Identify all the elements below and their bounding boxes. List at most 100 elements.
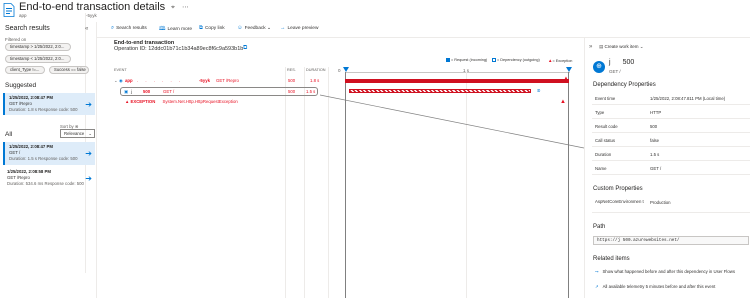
exception-marker-icon[interactable]: ▲ xyxy=(560,99,566,105)
dependency-icon: ▣ xyxy=(124,89,129,94)
column-divider xyxy=(304,67,305,298)
legend-dependency: = Dependency (outgoing) xyxy=(492,58,540,62)
property-row: Duration 1.5 s xyxy=(592,148,750,161)
request-swatch xyxy=(446,58,450,62)
request-duration-bar[interactable] xyxy=(345,79,569,83)
flow-icon: ⤳ xyxy=(595,269,599,274)
collapse-right-icon[interactable]: » xyxy=(589,44,592,50)
result-card[interactable]: 1/25/2022, 2:08:47 PM GET / Duration: 1.… xyxy=(3,142,95,165)
sort-value: Relevance xyxy=(64,131,85,136)
row-dependency-code: 500 xyxy=(143,89,151,94)
timeline-gridline xyxy=(466,72,467,298)
open-arrow-icon[interactable]: ➔ xyxy=(85,100,92,109)
pin-icon[interactable]: ⌖ xyxy=(171,4,175,12)
open-arrow-icon[interactable]: ➔ xyxy=(85,149,92,158)
column-divider xyxy=(328,67,329,298)
search-results-button[interactable]: ⌕ Search results xyxy=(111,25,147,32)
ellipsis-icon[interactable]: ⋯ xyxy=(182,3,189,11)
smiley-icon: ☺ xyxy=(237,25,243,31)
tick-zero: 0 xyxy=(338,68,341,73)
property-row: Type HTTP xyxy=(592,106,750,119)
copy-icon: ⧉ xyxy=(199,25,203,31)
column-duration: DURATION xyxy=(306,68,326,72)
create-work-item-button[interactable]: ▤ Create work item ⌄ xyxy=(599,44,644,50)
learn-more-button[interactable]: 🕮 Learn more xyxy=(159,25,192,34)
sort-dropdown[interactable]: Relevance ⌄ xyxy=(60,129,95,138)
blade-header: End-to-end transaction details app -5yyk… xyxy=(0,0,750,273)
collapse-chevron-icon[interactable]: ⌄ xyxy=(114,78,118,84)
column-res: RES. xyxy=(287,68,296,72)
dependency-row[interactable]: ▣ j 500 GET / 500 1.5 s xyxy=(120,87,318,96)
work-item-icon: ▤ xyxy=(599,44,604,49)
result-meta: Duration: 1.8 s Response code: 500 xyxy=(9,107,78,112)
property-row: Event time 1/25/2022, 2:08:47.811 PM (Loc… xyxy=(592,92,750,105)
resource-name: app xyxy=(19,13,27,18)
legend-exception: ▲= Exception xyxy=(548,58,573,63)
exception-type: System.Net.Http.HttpRequestException xyxy=(162,99,238,104)
collapse-left-icon[interactable]: « xyxy=(85,26,88,32)
feedback-button[interactable]: ☺ Feedback ⌄ xyxy=(237,25,271,31)
row-duration: 1.8 s xyxy=(310,78,320,83)
range-end-line xyxy=(568,72,569,298)
filter-pill-timestamp-lt[interactable]: timestamp < 1/25/2022, 2:0... xyxy=(5,55,71,63)
copy-link-button[interactable]: ⧉ Copy link xyxy=(199,25,225,32)
row-app-suffix: -5yyk xyxy=(199,78,210,83)
properties-title: Dependency Properties xyxy=(593,82,656,88)
result-name: GET /Repro xyxy=(7,175,30,180)
dependency-duration-bar[interactable] xyxy=(349,89,531,93)
filter-pill-timestamp-gt[interactable]: timestamp > 1/25/2022, 2:0... xyxy=(5,43,71,51)
globe-icon: ⊕ xyxy=(593,61,605,73)
property-row: Call status false xyxy=(592,134,750,147)
custom-properties-title: Custom Properties xyxy=(593,186,643,192)
path-title: Path xyxy=(593,224,606,230)
related-link-telemetry[interactable]: ↗ All available telemetry 5 minutes befor… xyxy=(595,284,715,290)
property-row: Name GET / xyxy=(592,162,750,175)
timeline-axis xyxy=(345,72,570,73)
range-start-line xyxy=(345,72,346,298)
related-items-title: Related items xyxy=(593,256,630,262)
book-icon: 🕮 xyxy=(159,26,166,32)
legend-request: = Request (incoming) xyxy=(446,58,487,62)
result-meta: Duration: 534.6 ms Response code: 500 xyxy=(7,181,84,186)
result-meta: Duration: 1.5 s Response code: 500 xyxy=(9,156,78,161)
page-title: End-to-end transaction details xyxy=(19,1,166,13)
search-icon: ⌕ xyxy=(111,25,115,31)
dependency-title: j 500 xyxy=(609,59,635,66)
dependency-marker-icon: ⦻ xyxy=(537,88,541,94)
result-time: 1/25/2022, 2:08:47 PM xyxy=(9,95,53,100)
suggested-result-card[interactable]: 1/25/2022, 2:08:47 PM GET /Repro Duratio… xyxy=(3,93,95,115)
row-operation: GET /Repro xyxy=(216,78,239,83)
search-results-title: Search results xyxy=(5,25,50,32)
all-results-title: All xyxy=(5,131,13,138)
resource-subtitle: app -5yyk xyxy=(19,13,251,273)
details-panel: » ▤ Create work item ⌄ ⊕ j 500 GET / Depe… xyxy=(584,38,750,298)
suggested-title: Suggested xyxy=(5,82,37,89)
globe-icon: ◉ xyxy=(119,78,123,83)
row-result: 500 xyxy=(288,89,296,94)
document-icon xyxy=(3,3,15,17)
filter-pill-client-type[interactable]: client_Type !=... xyxy=(5,66,45,74)
property-row: Result code 500 xyxy=(592,120,750,133)
resource-suffix: -5yyk xyxy=(85,13,251,273)
exception-row[interactable]: ▲ EXCEPTION System.Net.Http.HttpRequestE… xyxy=(125,99,238,104)
result-card[interactable]: 1/25/2022, 2:08:58 PM GET /Repro Duratio… xyxy=(3,167,95,190)
row-operation: GET / xyxy=(163,89,175,94)
leave-preview-button[interactable]: → Leave preview xyxy=(280,25,318,31)
result-time: 1/25/2022, 2:08:47 PM xyxy=(9,144,53,149)
operation-id: Operation ID: 12ddc01b71c1b34a89ec8f6c9a… xyxy=(114,46,244,52)
column-divider xyxy=(285,67,286,298)
warning-icon: ▲ xyxy=(125,99,130,104)
path-value: https://j 500.azurewebsites.net/ xyxy=(593,236,749,245)
related-link-user-flows[interactable]: ⤳ Show what happened before and after thi… xyxy=(595,269,735,274)
open-arrow-icon[interactable]: ➔ xyxy=(85,174,92,183)
result-name: GET / xyxy=(9,150,21,155)
exception-label: EXCEPTION xyxy=(130,99,156,104)
copy-icon[interactable]: ⧉ xyxy=(243,45,247,52)
filter-pill-success[interactable]: Success == false xyxy=(49,66,89,74)
custom-property-row: AspNetCoreEnvironmen t Production xyxy=(592,196,750,213)
column-event: EVENT xyxy=(114,68,127,72)
row-app-name: app xyxy=(125,78,133,83)
row-dependency-name: j xyxy=(131,89,132,94)
row-duration: 1.5 s xyxy=(306,89,316,94)
result-time: 1/25/2022, 2:08:58 PM xyxy=(7,169,51,174)
